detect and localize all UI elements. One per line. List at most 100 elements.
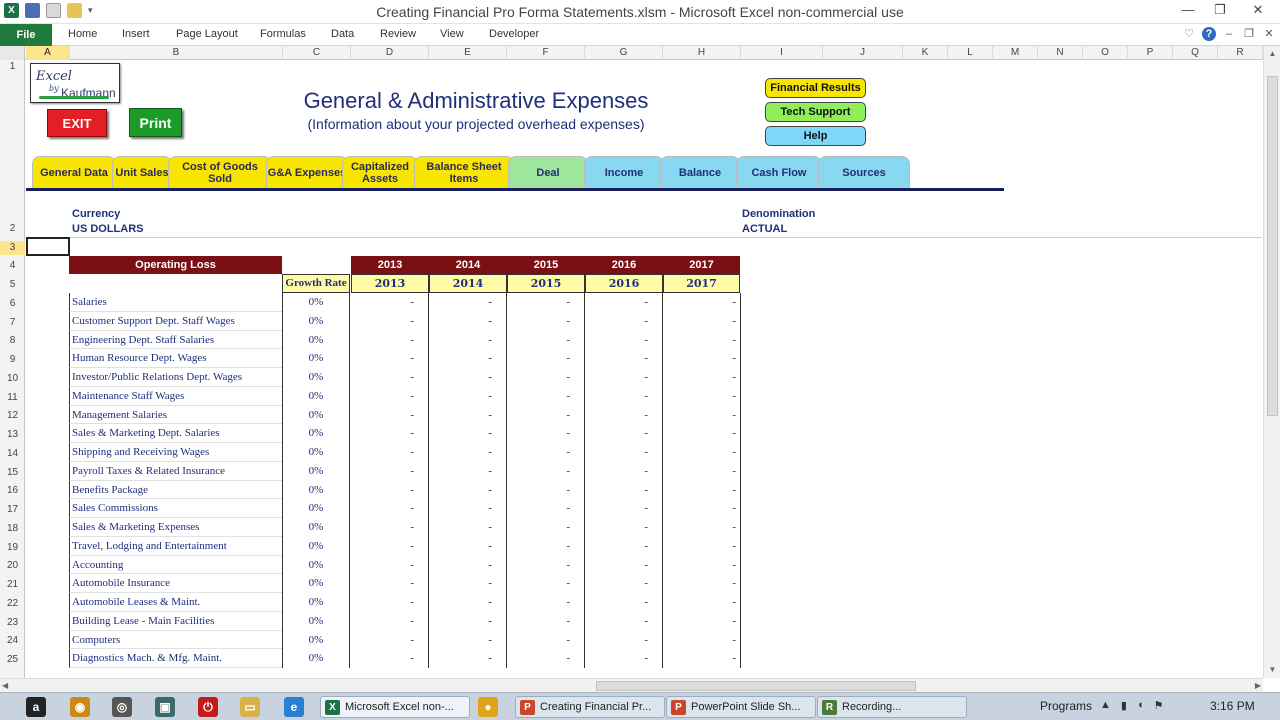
year-value-cell-2013[interactable]: - <box>351 293 429 312</box>
row-16-header[interactable]: 16 <box>0 484 25 498</box>
year-value-cell-2017[interactable]: - <box>663 593 741 612</box>
column-c-header[interactable]: C <box>283 46 351 60</box>
tech-support-button[interactable]: Tech Support <box>765 102 866 122</box>
year-value-cell-2017[interactable]: - <box>663 349 741 368</box>
growth-rate-cell[interactable]: 0% <box>282 311 350 331</box>
year-value-cell-2013[interactable]: - <box>351 518 429 537</box>
year-value-cell-2016[interactable]: - <box>585 311 663 331</box>
media-icon[interactable]: ◎ <box>112 697 132 717</box>
year-value-cell-2017[interactable]: - <box>663 649 741 668</box>
tab-formulas[interactable]: Formulas <box>260 28 306 40</box>
year-value-cell-2015[interactable]: - <box>507 593 585 612</box>
year-value-cell-2017[interactable]: - <box>663 424 741 443</box>
growth-rate-cell[interactable]: 0% <box>282 611 350 631</box>
year-value-cell-2017[interactable]: - <box>663 405 741 425</box>
action-center-icon[interactable]: ⚑ <box>1154 699 1164 712</box>
year-value-cell-2016[interactable]: - <box>585 461 663 481</box>
expense-name-cell[interactable]: Human Resource Dept. Wages <box>69 349 282 368</box>
year-value-cell-2014[interactable]: - <box>429 386 507 406</box>
year-value-cell-2017[interactable]: - <box>663 311 741 331</box>
expense-name-cell[interactable]: Engineering Dept. Staff Salaries <box>69 330 282 350</box>
year-value-cell-2013[interactable]: - <box>351 649 429 668</box>
scroll-right-icon[interactable]: ▶ <box>1255 679 1261 693</box>
year-value-cell-2016[interactable]: - <box>585 574 663 593</box>
growth-rate-cell[interactable]: 0% <box>282 330 350 350</box>
growth-rate-cell[interactable]: 0% <box>282 536 350 556</box>
taskbar-item-excel[interactable]: X Microsoft Excel non-... <box>320 696 470 718</box>
year-value-cell-2013[interactable]: - <box>351 499 429 518</box>
nav-tab-income[interactable]: Income <box>584 156 664 188</box>
year-value-cell-2014[interactable]: - <box>429 574 507 593</box>
expense-name-cell[interactable]: Computers <box>69 630 282 650</box>
column-r-header[interactable]: R <box>1218 46 1263 60</box>
expense-name-cell[interactable]: Sales & Marketing Dept. Salaries <box>69 424 282 443</box>
tab-insert[interactable]: Insert <box>122 28 150 40</box>
year-value-cell-2015[interactable]: - <box>507 405 585 425</box>
tab-developer[interactable]: Developer <box>489 28 539 40</box>
row-2-header[interactable]: 2 <box>0 222 25 236</box>
year-value-cell-2016[interactable]: - <box>585 630 663 650</box>
year-value-cell-2017[interactable]: - <box>663 368 741 387</box>
growth-rate-cell[interactable]: 0% <box>282 593 350 612</box>
year-value-cell-2016[interactable]: - <box>585 593 663 612</box>
help-button[interactable]: Help <box>765 126 866 146</box>
expense-name-cell[interactable]: Accounting <box>69 555 282 575</box>
year-value-cell-2016[interactable]: - <box>585 349 663 368</box>
year-value-cell-2015[interactable]: - <box>507 611 585 631</box>
expense-name-cell[interactable]: Payroll Taxes & Related Insurance <box>69 461 282 481</box>
growth-rate-cell[interactable]: 0% <box>282 499 350 518</box>
growth-rate-cell[interactable]: 0% <box>282 480 350 500</box>
expense-name-cell[interactable]: Travel, Lodging and Entertainment <box>69 536 282 556</box>
year-value-cell-2015[interactable]: - <box>507 368 585 387</box>
year-value-cell-2016[interactable]: - <box>585 368 663 387</box>
year-value-cell-2014[interactable]: - <box>429 555 507 575</box>
column-e-header[interactable]: E <box>429 46 507 60</box>
year-value-cell-2016[interactable]: - <box>585 499 663 518</box>
year-value-cell-2016[interactable]: - <box>585 536 663 556</box>
vertical-scrollbar[interactable]: ▲ ▼ <box>1263 46 1280 678</box>
nav-tab-sources[interactable]: Sources <box>818 156 910 188</box>
column-h-header[interactable]: H <box>663 46 741 60</box>
year-value-cell-2017[interactable]: - <box>663 499 741 518</box>
file-explorer-icon[interactable]: ▭ <box>240 697 260 717</box>
year-value-cell-2016[interactable]: - <box>585 480 663 500</box>
workbook-minimize-icon[interactable]: – <box>1222 27 1236 41</box>
year-value-cell-2017[interactable]: - <box>663 480 741 500</box>
year-value-cell-2015[interactable]: - <box>507 349 585 368</box>
nav-tab-balance[interactable]: Balance <box>660 156 740 188</box>
workbook-close-icon[interactable]: ✕ <box>1262 27 1276 41</box>
expense-name-cell[interactable]: Benefits Package <box>69 480 282 500</box>
year-value-cell-2014[interactable]: - <box>429 293 507 312</box>
year-value-cell-2017[interactable]: - <box>663 518 741 537</box>
row-22-header[interactable]: 22 <box>0 597 25 611</box>
collapse-ribbon-icon[interactable]: ♡ <box>1182 27 1196 41</box>
year-value-cell-2014[interactable]: - <box>429 649 507 668</box>
column-q-header[interactable]: Q <box>1173 46 1218 60</box>
horizontal-scrollbar[interactable]: ◀ ▶ <box>0 678 1263 692</box>
column-a-header[interactable]: A <box>26 46 70 60</box>
taskbar-item-powerpoint-doc[interactable]: P Creating Financial Pr... <box>515 696 665 718</box>
nav-tab-cash-flow[interactable]: Cash Flow <box>736 156 822 188</box>
scroll-up-icon[interactable]: ▲ <box>1264 46 1280 62</box>
row-23-header[interactable]: 23 <box>0 616 25 630</box>
row-24-header[interactable]: 24 <box>0 634 25 648</box>
expense-name-cell[interactable]: Salaries <box>69 293 282 312</box>
programs-toolbar[interactable]: Programs <box>1040 699 1092 713</box>
growth-rate-cell[interactable]: 0% <box>282 555 350 575</box>
year-value-cell-2013[interactable]: - <box>351 405 429 425</box>
year-value-cell-2014[interactable]: - <box>429 461 507 481</box>
growth-rate-cell[interactable]: 0% <box>282 518 350 537</box>
row-3-header[interactable]: 3 <box>0 241 25 255</box>
growth-rate-cell[interactable]: 0% <box>282 630 350 650</box>
row-5-header[interactable]: 5 <box>0 278 25 292</box>
year-value-cell-2016[interactable]: - <box>585 293 663 312</box>
growth-rate-cell[interactable]: 0% <box>282 649 350 668</box>
year-value-cell-2015[interactable]: - <box>507 386 585 406</box>
row-9-header[interactable]: 9 <box>0 353 25 367</box>
power-icon[interactable]: ⏻ <box>198 697 218 717</box>
year-value-cell-2017[interactable]: - <box>663 611 741 631</box>
nav-tab-unit-sales[interactable]: Unit Sales <box>112 156 172 188</box>
close-button[interactable]: ✕ <box>1236 0 1280 22</box>
volume-icon[interactable]: ◖ <box>1137 699 1144 712</box>
active-cell-a3[interactable] <box>26 237 70 256</box>
